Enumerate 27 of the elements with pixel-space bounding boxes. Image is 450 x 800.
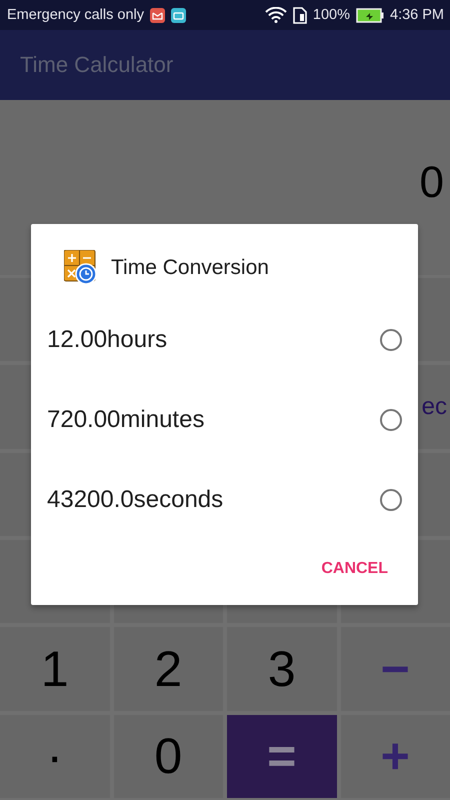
digit-key[interactable]: 1 [0,627,110,711]
digit-key[interactable]: · [0,714,110,798]
digit-key[interactable]: 0 [114,714,223,798]
battery-percent: 100% [312,7,350,23]
operator-key[interactable]: + [340,714,450,798]
operator-key[interactable]: − [340,627,450,711]
app-title: Time Calculator [20,52,174,78]
option-label: 720.00minutes [47,406,204,434]
radio-button[interactable] [380,329,402,351]
digit-key[interactable]: 2 [114,627,223,711]
status-text: Emergency calls only [7,7,144,23]
equals-key[interactable]: = [227,714,336,798]
display-value: 0 [420,158,444,208]
radio-button[interactable] [380,409,402,431]
sim-card-icon [292,6,307,24]
battery-icon [356,8,384,22]
option-label: 12.00hours [47,326,168,354]
calculator-clock-icon [64,250,97,286]
app-notification-icon [171,8,186,22]
wifi-icon [264,7,287,23]
clock-time: 4:36 PM [390,7,444,23]
option-label: 43200.0seconds [47,486,224,514]
cancel-button[interactable]: CANCEL [313,554,396,584]
digit-key[interactable]: 3 [227,627,336,711]
dialog-title: Time Conversion [111,256,269,280]
mail-notification-icon [150,8,165,22]
radio-button[interactable] [380,489,402,511]
